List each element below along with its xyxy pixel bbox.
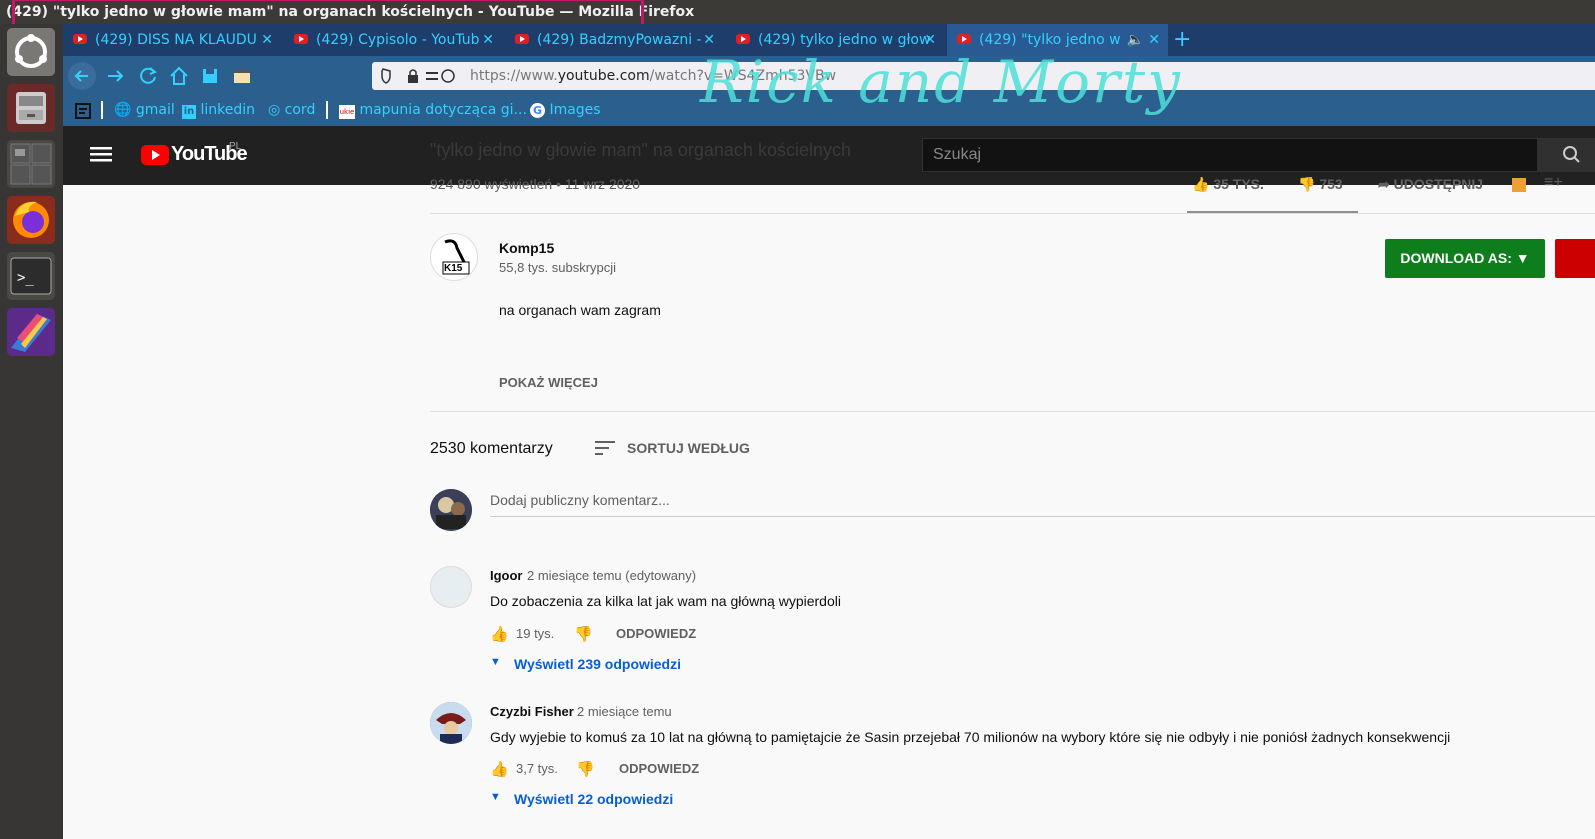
files-app-button[interactable]	[7, 84, 55, 132]
youtube-favicon-icon	[957, 34, 971, 44]
bookmark-separator	[326, 101, 328, 119]
linkedin-icon: in	[182, 105, 196, 119]
comment-text: Gdy wyjebie to komuś za 10 lat na główną…	[490, 729, 1451, 745]
colorful-app-icon	[11, 314, 51, 352]
bookmark-label: mapunia dotycząca gi...	[359, 102, 527, 118]
youtube-favicon-icon	[294, 34, 308, 44]
comment-like-button[interactable]: 👍	[490, 625, 509, 643]
view-replies-label: Wyświetl 239 odpowiedzi	[514, 656, 682, 672]
download-as-button[interactable]: DOWNLOAD AS: ▼	[1385, 239, 1545, 278]
comment-like-count: 3,7 tys.	[516, 761, 558, 776]
comment-author[interactable]: Igoor	[490, 568, 523, 583]
terminal-app-button[interactable]: >_	[7, 252, 55, 300]
comment-dislike-button[interactable]: 👎	[574, 625, 593, 643]
ubuntu-logo-icon	[15, 34, 47, 68]
google-icon: G	[530, 103, 545, 118]
comment-dislike-button[interactable]: 👎	[576, 760, 595, 778]
ubuntu-launcher: >_	[0, 24, 63, 839]
commenter-avatar-image-icon	[430, 702, 472, 744]
show-more-button[interactable]: POKAŻ WIĘCEJ	[499, 375, 598, 390]
comment-timestamp[interactable]: 2 miesiące temu	[577, 704, 672, 719]
comment-text: Do zobaczenia za kilka lat jak wam na gł…	[490, 593, 841, 609]
firefox-icon	[13, 201, 49, 238]
user-avatar	[430, 489, 472, 531]
bookmark-label: cord	[284, 102, 316, 118]
chevron-down-icon: ▼	[490, 656, 501, 668]
site-security-icons[interactable]	[378, 67, 458, 85]
reply-button[interactable]: ODPOWIEDZ	[619, 761, 699, 776]
commenter-avatar[interactable]	[430, 566, 472, 608]
channel-avatar[interactable]: K15	[430, 233, 478, 281]
chevron-down-icon: ▼	[490, 791, 501, 803]
youtube-favicon-icon	[736, 34, 750, 44]
forward-icon[interactable]	[104, 64, 128, 88]
screenshot-icon[interactable]	[230, 64, 254, 88]
tab-label: (429) BadzmyPowazni -	[537, 32, 702, 48]
youtube-favicon-icon	[73, 34, 87, 44]
wiki-favicon-icon: ukie	[339, 105, 355, 119]
youtube-favicon-icon	[515, 34, 529, 44]
primary-info-divider	[430, 213, 1595, 214]
reader-list-icon[interactable]	[74, 102, 92, 120]
comment-like-button[interactable]: 👍	[490, 760, 509, 778]
bookmark-label: gmail	[135, 102, 175, 118]
channel-name[interactable]: Komp15	[499, 240, 554, 256]
firefox-app-button[interactable]	[7, 196, 55, 244]
video-description: na organach wam zagram	[499, 302, 661, 318]
subscriber-count: 55,8 tys. subskrypcji	[499, 260, 617, 275]
comment-count: 2530 komentarzy	[430, 440, 553, 457]
comment-author[interactable]: Czyzbi Fisher	[490, 704, 574, 719]
tab-label: (429) tylko jedno w głow	[758, 32, 931, 48]
bookmark-separator	[101, 101, 103, 119]
tab-label: (429) DISS NA KLAUDU	[95, 32, 257, 48]
svg-text:>_: >_	[17, 270, 34, 286]
description-divider	[430, 411, 1595, 412]
rick-and-morty-theme-art: Rick and Morty	[700, 48, 1182, 116]
bookmark-label: Images	[549, 102, 601, 118]
workspaces-icon	[10, 143, 52, 185]
back-icon[interactable]	[66, 60, 98, 92]
bookmark-mapunia[interactable]: ukie mapunia dotycząca gi...	[339, 102, 527, 119]
add-comment-input[interactable]: Dodaj publiczny komentarz...	[490, 492, 670, 508]
bookmark-images[interactable]: G Images	[530, 102, 601, 118]
view-replies-label: Wyświetl 22 odpowiedzi	[514, 791, 674, 807]
tab-diss[interactable]: (429) DISS NA KLAUDU ✕	[63, 24, 281, 56]
terminal-icon: >_	[10, 257, 52, 295]
tab-close-icon[interactable]: ✕	[261, 24, 273, 56]
sort-label: SORTUJ WEDŁUG	[627, 440, 750, 456]
add-comment-underline	[490, 516, 1595, 517]
globe-icon: 🌐	[114, 102, 132, 118]
reload-icon[interactable]	[136, 64, 160, 88]
discord-icon: ◎	[268, 102, 281, 118]
bookmark-label: linkedin	[200, 102, 255, 118]
bookmark-linkedin[interactable]: in linkedin	[182, 102, 255, 119]
file-cabinet-icon	[16, 92, 46, 124]
sort-icon	[595, 441, 615, 455]
tab-label: (429) Cypisolo - YouTub	[316, 32, 480, 48]
dash-home-button[interactable]	[7, 28, 55, 76]
bookmark-cord[interactable]: ◎ cord	[268, 102, 315, 118]
save-icon[interactable]	[198, 64, 222, 88]
tab-badzmypowazni[interactable]: (429) BadzmyPowazni - ✕	[505, 24, 723, 56]
app-launcher-button[interactable]	[7, 308, 55, 356]
tab-cypisolo[interactable]: (429) Cypisolo - YouTub ✕	[284, 24, 502, 56]
workspace-switcher-button[interactable]	[7, 140, 55, 188]
home-icon[interactable]	[167, 64, 191, 88]
reply-button[interactable]: ODPOWIEDZ	[616, 626, 696, 641]
avatar-text: K15	[444, 263, 463, 274]
comment-timestamp[interactable]: 2 miesiące temu (edytowany)	[527, 568, 696, 583]
tab-close-icon[interactable]: ✕	[482, 24, 494, 56]
commenter-avatar[interactable]	[430, 702, 472, 744]
subscribe-button[interactable]	[1555, 239, 1595, 278]
tab-label: (429) "tylko jedno w	[979, 32, 1121, 48]
user-avatar-image-icon	[430, 489, 472, 531]
comment-like-count: 19 tys.	[516, 626, 555, 641]
bookmark-gmail[interactable]: 🌐 gmail	[114, 102, 175, 118]
